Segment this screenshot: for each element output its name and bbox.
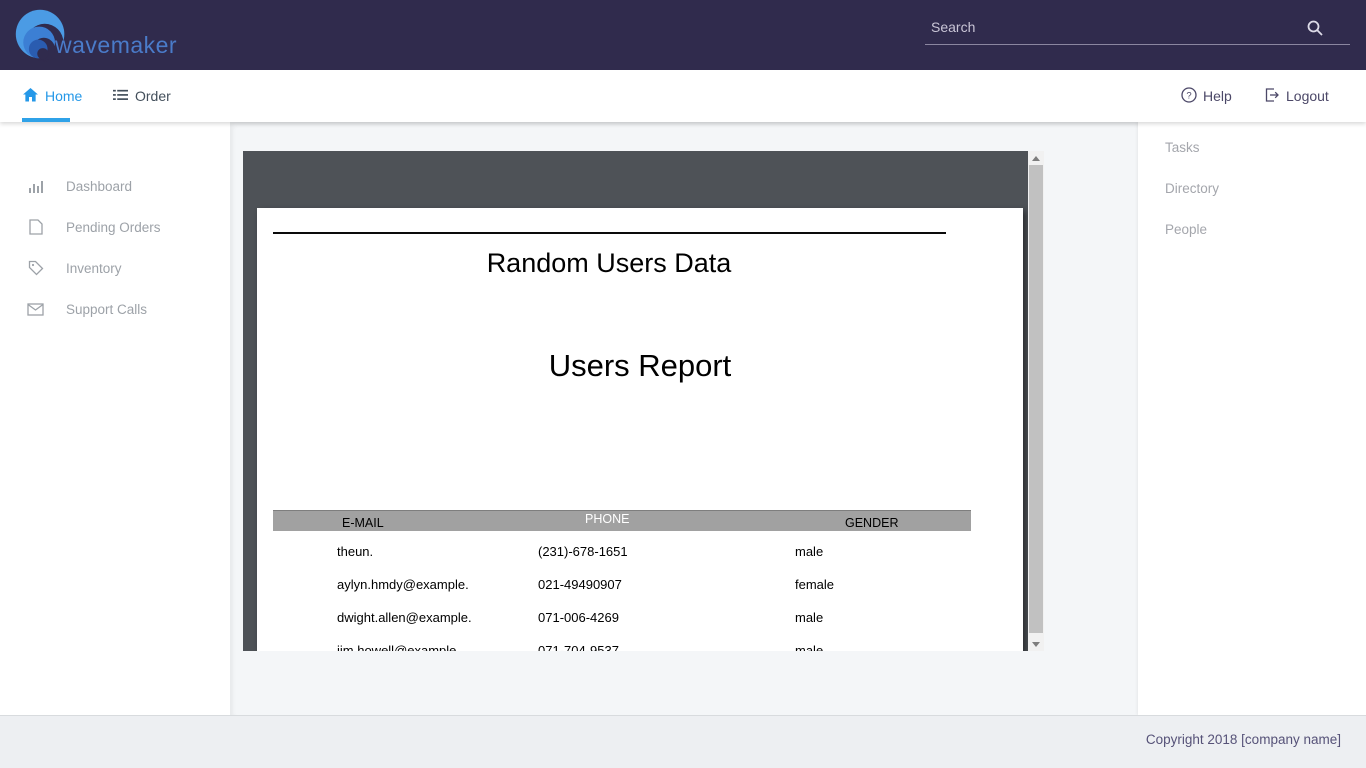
brand-logo: wavemaker <box>13 7 177 63</box>
col-header-email: E-MAIL <box>342 516 384 530</box>
logout-icon <box>1264 87 1280 106</box>
cell-phone: 071-006-4269 <box>538 610 619 625</box>
table-row: jim.howell@example. 071-704-9537 male <box>273 630 971 651</box>
help-label: Help <box>1203 88 1232 104</box>
tab-order[interactable]: Order <box>113 70 171 122</box>
cell-email: dwight.allen@example. <box>337 610 472 625</box>
cell-gender: male <box>795 610 823 625</box>
footer: Copyright 2018 [company name] <box>0 715 1366 768</box>
search-box <box>925 12 1350 45</box>
table-header-row: E-MAIL PHONE GENDER <box>273 510 971 531</box>
cell-phone: 071-704-9537 <box>538 643 619 651</box>
sidebar-item-label: Tasks <box>1165 140 1200 155</box>
search-icon[interactable] <box>1306 19 1324 42</box>
cell-gender: male <box>795 544 823 559</box>
search-input[interactable] <box>925 12 1350 44</box>
top-header: wavemaker <box>0 0 1366 70</box>
cell-gender: female <box>795 577 834 592</box>
help-icon: ? <box>1181 87 1197 106</box>
navbar: Home Order ? Help <box>0 70 1366 122</box>
cell-email: jim.howell@example. <box>337 643 460 651</box>
logout-label: Logout <box>1286 88 1329 104</box>
table-row: theun. (231)-678-1651 male <box>273 531 971 564</box>
pdf-scrollbar[interactable] <box>1028 151 1044 651</box>
sidebar-item-directory[interactable]: Directory <box>1165 178 1219 198</box>
tag-icon <box>27 260 44 277</box>
pdf-viewer: Random Users Data Users Report E-MAIL PH… <box>243 151 1044 651</box>
sidebar-item-label: People <box>1165 222 1207 237</box>
cell-phone: (231)-678-1651 <box>538 544 628 559</box>
scroll-down-button[interactable] <box>1028 637 1044 651</box>
home-icon <box>23 88 38 105</box>
copyright-text: Copyright 2018 [company name] <box>1146 732 1341 747</box>
cell-email: aylyn.hmdy@example. <box>337 577 469 592</box>
pdf-page: Random Users Data Users Report E-MAIL PH… <box>257 208 1023 651</box>
list-icon <box>113 88 128 104</box>
tab-home[interactable]: Home <box>23 70 82 122</box>
triangle-up-icon <box>1032 156 1040 161</box>
help-button[interactable]: ? Help <box>1181 70 1232 122</box>
pdf-doc-title: Random Users Data <box>257 248 961 279</box>
pdf-header-rule <box>273 232 946 234</box>
cell-phone: 021-49490907 <box>538 577 622 592</box>
main-content: Random Users Data Users Report E-MAIL PH… <box>230 122 1138 715</box>
pdf-report-title: Users Report <box>257 348 1023 384</box>
sidebar-item-label: Inventory <box>66 261 122 276</box>
sidebar-item-people[interactable]: People <box>1165 219 1207 239</box>
sidebar-item-support-calls[interactable]: Support Calls <box>27 299 147 319</box>
scrollbar-thumb[interactable] <box>1029 165 1043 633</box>
sidebar-item-inventory[interactable]: Inventory <box>27 258 122 278</box>
svg-text:?: ? <box>1186 90 1191 101</box>
sidebar-item-label: Directory <box>1165 181 1219 196</box>
active-tab-indicator <box>22 118 70 122</box>
brand-name: wavemaker <box>55 32 177 59</box>
sidebar-item-dashboard[interactable]: Dashboard <box>27 176 132 196</box>
logout-button[interactable]: Logout <box>1264 70 1329 122</box>
document-icon <box>27 219 44 236</box>
left-sidebar: Dashboard Pending Orders Inventory <box>0 122 230 715</box>
sidebar-item-label: Support Calls <box>66 302 147 317</box>
pdf-users-table: E-MAIL PHONE GENDER theun. (231)-678-165… <box>273 510 971 651</box>
envelope-icon <box>27 301 44 318</box>
cell-gender: male <box>795 643 823 651</box>
sidebar-item-label: Dashboard <box>66 179 132 194</box>
tab-home-label: Home <box>45 88 82 104</box>
sidebar-item-tasks[interactable]: Tasks <box>1165 137 1200 157</box>
bar-chart-icon <box>27 178 44 195</box>
triangle-down-icon <box>1032 642 1040 647</box>
tab-order-label: Order <box>135 88 171 104</box>
table-row: dwight.allen@example. 071-006-4269 male <box>273 597 971 630</box>
app-window: wavemaker Home <box>0 0 1366 768</box>
cell-email: theun. <box>337 544 373 559</box>
col-header-gender: GENDER <box>845 516 898 530</box>
table-row: aylyn.hmdy@example. 021-49490907 female <box>273 564 971 597</box>
col-header-phone: PHONE <box>585 512 629 526</box>
scroll-up-button[interactable] <box>1028 151 1044 165</box>
right-sidebar: Tasks Directory People <box>1138 122 1366 715</box>
sidebar-item-label: Pending Orders <box>66 220 161 235</box>
sidebar-item-pending-orders[interactable]: Pending Orders <box>27 217 161 237</box>
